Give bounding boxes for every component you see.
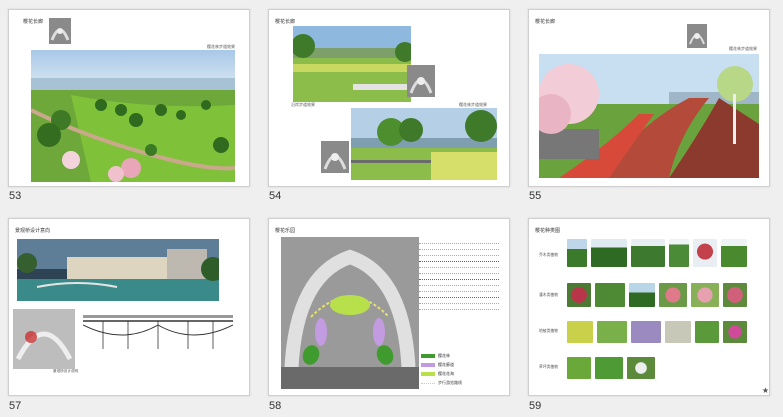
promenade-rendering-image bbox=[531, 54, 759, 178]
plant-photo bbox=[567, 239, 587, 267]
slide-thumbnail-53[interactable]: 樱花长廊 樱花林步道效果 bbox=[8, 9, 250, 187]
park-rendering-image bbox=[30, 50, 236, 182]
plant-photo bbox=[695, 321, 719, 343]
park-rendering-image-bottom bbox=[351, 108, 497, 180]
location-map-thumbnail bbox=[407, 65, 435, 97]
bridge-description-text: 景观桥设计说明 bbox=[53, 369, 223, 376]
slide-title: 樱花长廊 bbox=[535, 19, 556, 25]
slide-title: 樱花乐园 bbox=[275, 228, 296, 234]
slide-number: 58 bbox=[269, 400, 282, 412]
location-map-thumbnail bbox=[687, 24, 707, 48]
legend-label: 步行游览路线 bbox=[438, 380, 462, 385]
site-plan-image bbox=[281, 237, 419, 389]
bridge-description-caption: 景观桥设计说明 bbox=[53, 369, 79, 373]
slide-thumbnail-59[interactable]: 樱花种类图 乔木类植物 灌木类植物 地被类植物 草坪类植物 ★ bbox=[528, 218, 770, 396]
plant-photo bbox=[567, 357, 591, 379]
plant-row-label: 灌木类植物 bbox=[539, 293, 558, 297]
location-map-thumbnail bbox=[49, 18, 71, 44]
plant-photo bbox=[659, 283, 687, 307]
slide-thumbnail-57[interactable]: 景观桥设计意向 景观桥设计说明 bbox=[8, 218, 250, 396]
plant-row-label: 乔木类植物 bbox=[539, 253, 558, 257]
legend-swatch bbox=[421, 382, 435, 384]
slide-thumbnail-55[interactable]: 樱花长廊 樱花林步道效果 bbox=[528, 9, 770, 187]
plant-row-label: 地被类植物 bbox=[539, 329, 558, 333]
plant-photo bbox=[693, 239, 717, 267]
plant-photo bbox=[631, 239, 665, 267]
bridge-rendering-image bbox=[17, 239, 225, 301]
legend-label: 樱花廊道 bbox=[438, 362, 454, 367]
slide-number: 53 bbox=[9, 190, 22, 202]
park-rendering-image-top bbox=[291, 26, 415, 102]
plant-photo bbox=[595, 283, 625, 307]
slide-number: 59 bbox=[529, 400, 542, 412]
location-map-thumbnail-2 bbox=[321, 141, 349, 173]
plant-photo bbox=[567, 321, 593, 343]
bridge-elevation-drawing bbox=[82, 309, 234, 359]
bridge-location-map bbox=[13, 309, 75, 369]
legend-swatch bbox=[421, 363, 435, 367]
legend-label: 樱花林 bbox=[438, 353, 450, 358]
slide-number: 57 bbox=[9, 400, 22, 412]
slide-thumbnail-54[interactable]: 樱花长廊 樱花林步道效果 沿岸步道效果 bbox=[268, 9, 510, 187]
slide-title: 景观桥设计意向 bbox=[15, 228, 51, 234]
plant-row-label: 草坪类植物 bbox=[539, 365, 558, 369]
slide-title: 樱花长廊 bbox=[275, 19, 296, 25]
plant-photo bbox=[721, 239, 747, 267]
selected-slide-star: ★ bbox=[761, 386, 769, 395]
legend-item: 樱花花海 bbox=[421, 371, 454, 377]
plant-photo bbox=[669, 239, 689, 267]
legend-item: 步行游览路线 bbox=[421, 380, 462, 386]
legend-swatch bbox=[421, 372, 435, 376]
slide-number: 55 bbox=[529, 190, 542, 202]
plant-photo bbox=[629, 283, 655, 307]
plant-photo bbox=[723, 283, 747, 307]
plant-photo bbox=[665, 321, 691, 343]
slide-caption-left: 沿岸步道效果 bbox=[291, 102, 315, 107]
plant-photo bbox=[595, 357, 623, 379]
plant-photo bbox=[627, 357, 655, 379]
slide-number: 54 bbox=[269, 190, 282, 202]
slide-caption: 樱花林步道效果 bbox=[729, 46, 757, 51]
legend-item: 樱花林 bbox=[421, 353, 450, 359]
legend-label: 樱花花海 bbox=[438, 371, 454, 376]
plant-photo bbox=[691, 283, 719, 307]
plant-photo bbox=[631, 321, 661, 343]
plant-photo bbox=[723, 321, 747, 343]
design-description-text bbox=[419, 241, 499, 351]
plant-photo bbox=[597, 321, 627, 343]
plant-photo bbox=[567, 283, 591, 307]
legend-item: 樱花廊道 bbox=[421, 362, 454, 368]
legend-swatch bbox=[421, 354, 435, 358]
slide-title: 樱花长廊 bbox=[23, 19, 44, 25]
slide-thumbnail-58[interactable]: 樱花乐园 樱花林 樱花廊道 樱花花海 步行游览路线 bbox=[268, 218, 510, 396]
slide-title: 樱花种类图 bbox=[535, 228, 561, 234]
plant-photo bbox=[591, 239, 627, 267]
